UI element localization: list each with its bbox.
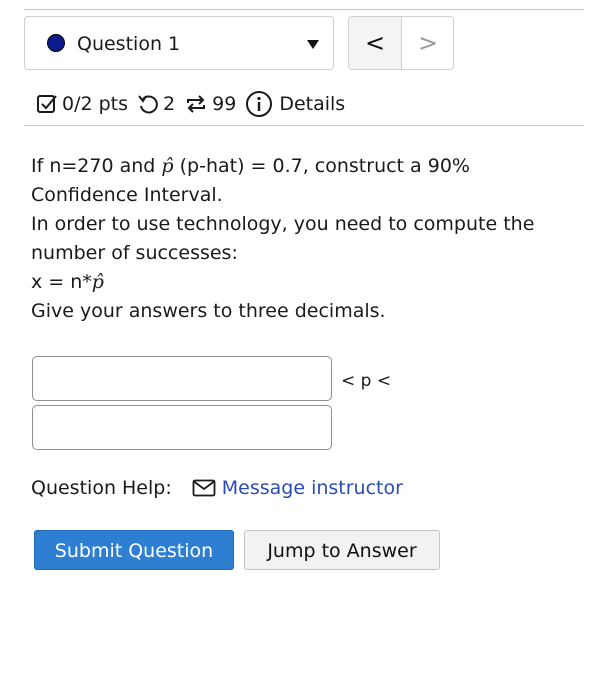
question-text: If n=270 and p̂ (p-hat) = 0.7, construct… [31,152,571,326]
question-status-dot [47,34,65,52]
message-instructor-link[interactable]: Message instructor [222,474,403,502]
chevron-down-icon [307,40,319,49]
question-select-label: Question 1 [77,33,181,55]
details-link[interactable]: Details [279,93,345,115]
question-pager: < > [348,16,454,70]
instruction-line: Give your answers to three decimals. [31,300,386,322]
jump-to-answer-button[interactable]: Jump to Answer [244,530,440,570]
between-label: < p < [341,371,392,391]
question-line: Confidence Interval. [31,184,223,206]
question-line: If n=270 and p̂ (p-hat) = 0.7, construct… [31,155,470,177]
upper-bound-input[interactable] [32,405,332,450]
envelope-icon[interactable] [192,479,216,497]
retry-icon [137,93,159,115]
score-text: 0/2 pts [62,93,129,115]
top-divider [24,9,584,10]
lower-bound-input[interactable] [32,356,332,401]
p-hat-symbol: p̂ [91,271,104,293]
info-icon[interactable] [245,90,273,118]
question-help-label: Question Help: [31,477,172,499]
question-select[interactable]: Question 1 [24,16,334,70]
previous-question-button[interactable]: < [349,17,402,69]
formula-line: x = n*p̂ [31,271,104,293]
retries-count: 2 [163,93,176,115]
question-line: number of successes: [31,242,238,264]
repeat-icon [184,93,208,115]
checkbox-icon [36,93,58,115]
p-hat-symbol: p̂ [161,155,174,177]
status-divider [24,125,584,126]
question-line: In order to use technology, you need to … [31,213,535,235]
attempts-count: 99 [212,93,237,115]
question-status-bar: 0/2 pts 2 99 Details [36,88,354,120]
question-help: Question Help: Message instructor [31,474,403,502]
submit-question-button[interactable]: Submit Question [34,530,234,570]
next-question-button[interactable]: > [402,17,453,69]
